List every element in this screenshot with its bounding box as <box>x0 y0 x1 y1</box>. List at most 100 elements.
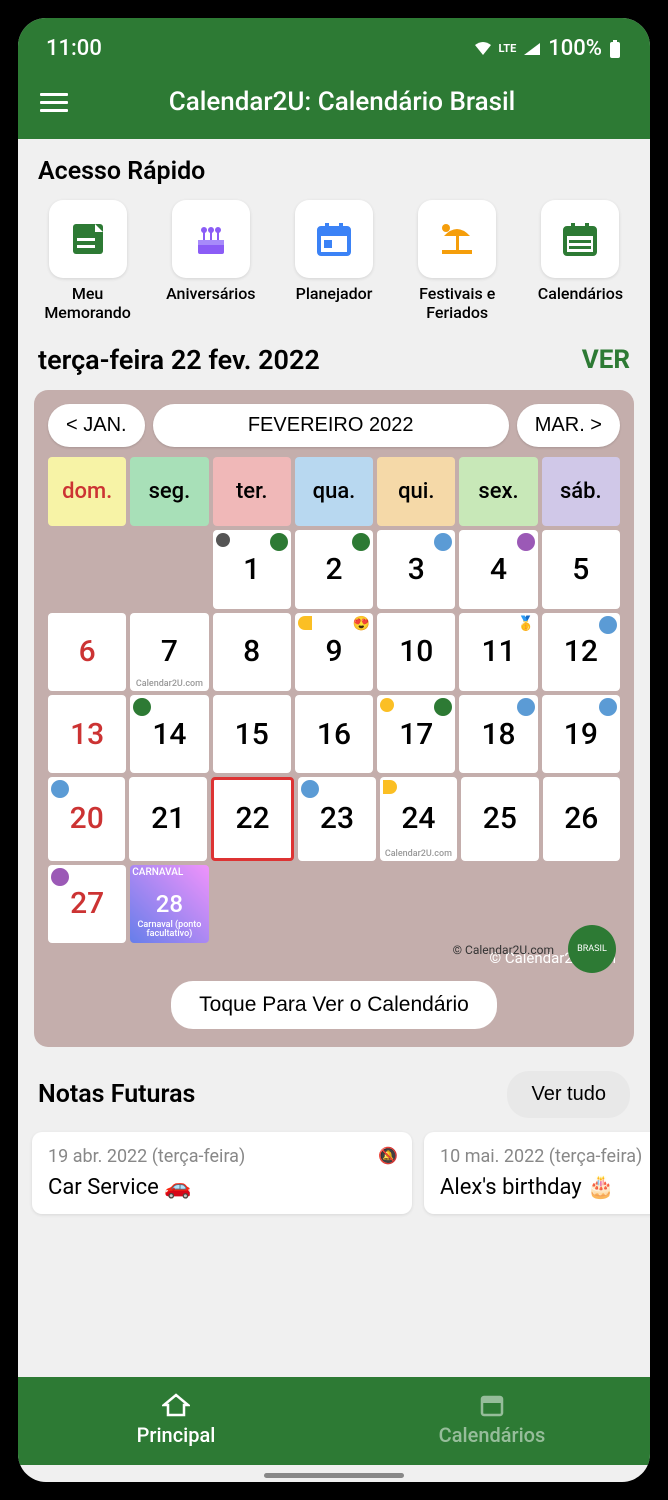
day-number: 24 <box>401 801 435 836</box>
calendar-cell[interactable]: 15 <box>213 695 291 773</box>
calendar-cell-empty <box>459 865 537 943</box>
note-card[interactable]: 10 mai. 2022 (terça-feira) Alex's birthd… <box>424 1132 650 1214</box>
calendar-cell[interactable]: 6 <box>48 613 126 691</box>
calendar-cell-empty <box>213 865 291 943</box>
ver-tudo-button[interactable]: Ver tudo <box>507 1071 630 1118</box>
calendar-cell[interactable]: 😍9 <box>295 613 373 691</box>
calendar-cell-empty <box>295 865 373 943</box>
qa-calendars[interactable]: Calendários <box>523 200 638 322</box>
home-indicator[interactable] <box>264 1473 404 1478</box>
planner-icon <box>313 218 355 260</box>
calendar-cell[interactable]: 7Calendar2U.com <box>130 613 208 691</box>
calendar-cell[interactable]: 5 <box>542 530 620 608</box>
calendar-icon <box>478 1391 506 1419</box>
day-number: 25 <box>483 801 517 836</box>
calendar-cell[interactable]: 13 <box>48 695 126 773</box>
calendar-cell[interactable]: 3 <box>377 530 455 608</box>
bottom-nav: Principal Calendários <box>18 1377 650 1465</box>
calendar-cell[interactable]: 21 <box>129 777 206 860</box>
calendar-cell[interactable]: 8 <box>213 613 291 691</box>
brasil-badge: BRASIL <box>568 925 616 973</box>
menu-icon[interactable] <box>40 93 68 112</box>
moon-icon <box>380 698 394 712</box>
event-badge <box>434 698 452 716</box>
calendar-cell[interactable]: 25 <box>461 777 538 860</box>
calendar-cell[interactable]: 2 <box>295 530 373 608</box>
calendar-cell[interactable]: 12 <box>542 613 620 691</box>
weekday-ter: ter. <box>213 457 291 526</box>
note-date: 19 abr. 2022 (terça-feira) <box>48 1146 396 1167</box>
calendar-cell[interactable]: 4 <box>459 530 537 608</box>
day-number: 17 <box>399 717 433 752</box>
calendar-cell[interactable]: 23 <box>298 777 375 860</box>
qa-festivals[interactable]: Festivais e Feriados <box>400 200 515 322</box>
day-number: 21 <box>151 801 185 836</box>
nav-calendarios[interactable]: Calendários <box>334 1391 650 1447</box>
event-badge <box>434 533 452 551</box>
qa-birthdays[interactable]: Aniversários <box>153 200 268 322</box>
calendar-cell[interactable]: 27 <box>48 865 126 943</box>
day-number: 9 <box>325 634 342 669</box>
prev-month-button[interactable]: < JAN. <box>48 404 145 447</box>
day-number: 11 <box>481 634 515 669</box>
notes-header: Notas Futuras Ver tudo <box>30 1047 638 1132</box>
calendar-cell-carnival[interactable]: CARNAVAL28Carnaval (ponto facultativo) <box>130 865 208 943</box>
event-badge <box>51 868 69 886</box>
calendar-cell-today[interactable]: 22 <box>211 777 294 860</box>
calendar-cell[interactable]: 19 <box>542 695 620 773</box>
screen: 11:00 LTE 100% Calendar2U: Calendário Br… <box>18 18 650 1482</box>
calendar-grid: 1 2 3 4 5 6 7Calendar2U.com 8 😍9 10 🥇11 … <box>48 530 620 943</box>
battery-icon <box>608 39 622 59</box>
current-month-button[interactable]: FEVEREIRO 2022 <box>153 404 509 447</box>
watermark: Calendar2U.com <box>136 679 203 689</box>
day-number: 15 <box>235 717 269 752</box>
calendar-cell[interactable]: 16 <box>295 695 373 773</box>
copyright-small: © Calendar2U.com <box>453 943 554 957</box>
battery-text: 100% <box>548 36 602 61</box>
calendar-cell[interactable]: 🥇11 <box>459 613 537 691</box>
calendar-cell-empty <box>130 530 208 608</box>
watermark: Calendar2U.com <box>385 849 452 859</box>
event-badge <box>133 698 151 716</box>
calendar-cell[interactable]: 20 <box>48 777 125 860</box>
qa-label: Aniversários <box>166 284 255 303</box>
memo-icon <box>67 218 109 260</box>
qa-label: Meu Memorando <box>30 284 145 322</box>
event-badge <box>352 533 370 551</box>
weekday-sab: sáb. <box>542 457 620 526</box>
emoji-icon: 🥇 <box>517 616 534 632</box>
nav-label: Calendários <box>439 1423 546 1447</box>
day-number: 5 <box>572 552 589 587</box>
app-bar: Calendar2U: Calendário Brasil <box>18 71 650 139</box>
day-number: 18 <box>481 717 515 752</box>
emoji-icon: 😍 <box>353 616 370 632</box>
app-title: Calendar2U: Calendário Brasil <box>96 87 588 117</box>
view-calendar-button[interactable]: Toque Para Ver o Calendário <box>171 981 497 1029</box>
wifi-icon <box>473 41 493 57</box>
day-number: 19 <box>564 717 598 752</box>
qa-planner[interactable]: Planejador <box>276 200 391 322</box>
day-number: 16 <box>317 717 351 752</box>
calendar-widget: < JAN. FEVEREIRO 2022 MAR. > dom. seg. t… <box>34 390 634 1047</box>
calendar-cell[interactable]: 24 Calendar2U.com <box>380 777 457 860</box>
nav-principal[interactable]: Principal <box>18 1391 334 1447</box>
nav-label: Principal <box>137 1423 216 1447</box>
current-date-row: terça-feira 22 fev. 2022 VER <box>30 322 638 390</box>
qa-memo[interactable]: Meu Memorando <box>30 200 145 322</box>
calendar-cell[interactable]: 10 <box>377 613 455 691</box>
qa-label: Planejador <box>296 284 373 303</box>
calendar-cell[interactable]: 14 <box>130 695 208 773</box>
event-badge <box>51 780 69 798</box>
event-badge <box>517 698 535 716</box>
day-number: 6 <box>79 634 96 669</box>
calendar-cell[interactable]: 17 <box>377 695 455 773</box>
ver-link[interactable]: VER <box>582 345 630 375</box>
calendar-cell[interactable]: 1 <box>213 530 291 608</box>
calendar-cell[interactable]: 26 <box>543 777 620 860</box>
calendar-cell[interactable]: 18 <box>459 695 537 773</box>
calendar-row: 1 2 3 4 5 <box>48 530 620 608</box>
notes-list[interactable]: 19 abr. 2022 (terça-feira) Car Service 🚗… <box>30 1132 638 1214</box>
next-month-button[interactable]: MAR. > <box>517 404 620 447</box>
note-card[interactable]: 19 abr. 2022 (terça-feira) Car Service 🚗… <box>32 1132 412 1214</box>
day-number: 20 <box>70 801 104 836</box>
